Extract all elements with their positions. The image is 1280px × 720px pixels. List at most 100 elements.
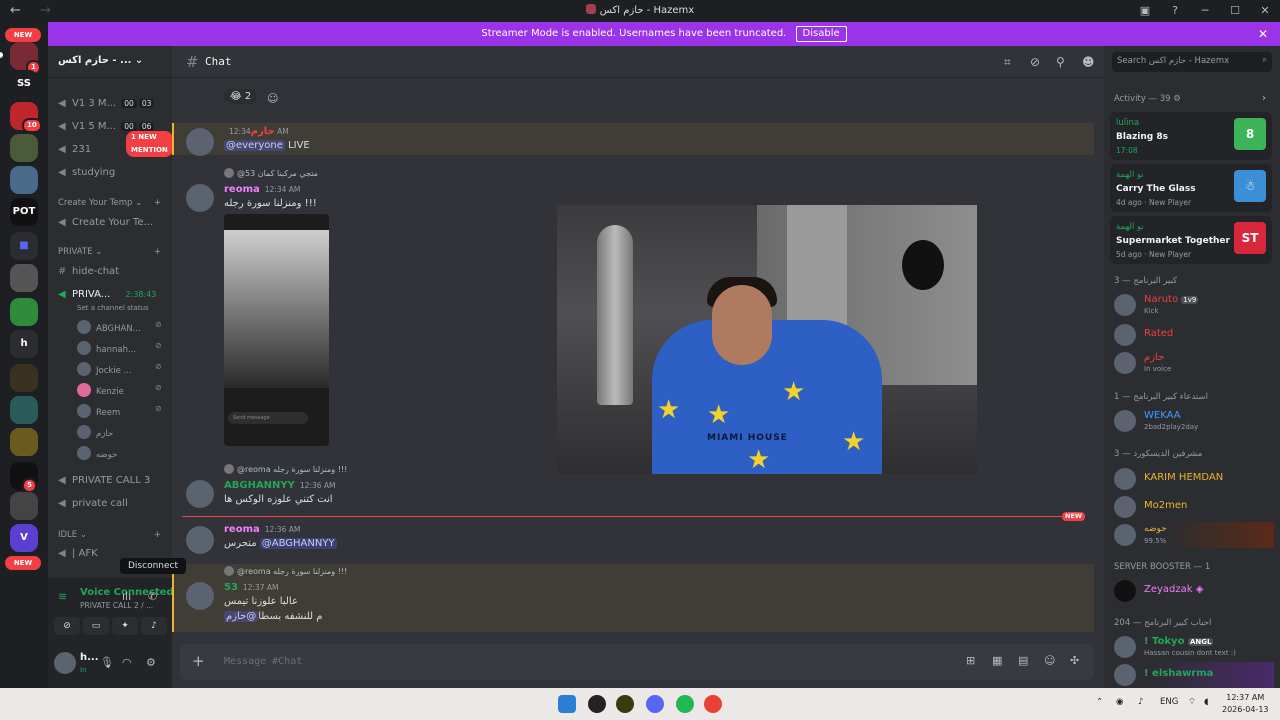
activities-icon[interactable]: ✦ bbox=[112, 617, 138, 635]
member-item[interactable]: WEKAA 2bad2play2day bbox=[1114, 408, 1274, 434]
voice-user[interactable]: hannah... ⊘ bbox=[77, 341, 162, 355]
chrome-icon[interactable] bbox=[704, 695, 722, 713]
member-item[interactable]: ! elshawrma bbox=[1114, 662, 1274, 688]
member-item[interactable]: حوضه 99.5% bbox=[1114, 522, 1274, 548]
search-input[interactable]: Search حازم اكس - Hazemx ⌕ bbox=[1112, 52, 1272, 72]
app-icon[interactable] bbox=[616, 695, 634, 713]
server-item[interactable] bbox=[10, 396, 38, 424]
category-idle[interactable]: IDLE ⌄ + bbox=[58, 530, 161, 540]
voice-user[interactable]: ABGHAN... ⊘ bbox=[77, 320, 162, 334]
server-item[interactable] bbox=[10, 166, 38, 194]
close-banner-icon[interactable]: ✕ bbox=[1258, 22, 1268, 46]
voice-user[interactable]: حوضه bbox=[77, 446, 117, 460]
text-channel-hide-chat[interactable]: # hide-chat bbox=[58, 266, 119, 277]
help-icon[interactable]: ? bbox=[1160, 0, 1190, 22]
server-item[interactable] bbox=[10, 492, 38, 520]
chevron-up-icon[interactable]: ⌃ bbox=[1096, 697, 1103, 707]
spotify-icon[interactable] bbox=[676, 695, 694, 713]
activity-header[interactable]: Activity — 39 ⚙ bbox=[1114, 94, 1181, 104]
username[interactable]: h... bbox=[80, 652, 99, 663]
server-item[interactable] bbox=[10, 428, 38, 456]
soundboard-icon[interactable]: ♪ bbox=[141, 617, 167, 635]
folder-icon[interactable]: ■ bbox=[10, 232, 38, 260]
server-item[interactable] bbox=[10, 298, 38, 326]
voice-channel-active[interactable]: ◀ PRIVA... 2:38:43 bbox=[58, 289, 156, 300]
headphones-icon[interactable]: ◠ bbox=[122, 656, 132, 669]
apps-icon[interactable]: ✣ bbox=[1070, 654, 1079, 667]
message-author[interactable]: reoma 12:34 AM bbox=[224, 184, 300, 195]
member-item[interactable]: KARIM HEMDAN bbox=[1114, 466, 1274, 492]
new-mention-pill[interactable]: 1 NEW MENTION bbox=[126, 131, 172, 157]
new-unread-pill[interactable]: NEW bbox=[5, 28, 41, 42]
inbox-icon[interactable]: ▣ bbox=[1130, 0, 1160, 22]
tray-icon[interactable]: ◉ bbox=[1116, 697, 1123, 707]
voice-channel[interactable]: ◀ PRIVATE CALL 3 bbox=[58, 475, 150, 486]
server-h[interactable]: h bbox=[10, 330, 38, 358]
member-item[interactable]: ! Tokyo ANGL Hassan cousin dont text :) bbox=[1114, 634, 1274, 660]
reaction-laugh[interactable]: 😂 2 bbox=[224, 89, 258, 104]
gif-icon[interactable]: ▦ bbox=[992, 654, 1002, 667]
message-author[interactable]: reoma 12:36 AM bbox=[224, 524, 300, 535]
network-icon[interactable]: ⌔ bbox=[1188, 697, 1196, 707]
camera-off-icon[interactable]: ⊘ bbox=[54, 617, 80, 635]
message-input[interactable]: Message #Chat bbox=[224, 656, 302, 667]
close-window-button[interactable]: ✕ bbox=[1250, 0, 1280, 22]
member-item[interactable]: Rated bbox=[1114, 322, 1274, 348]
server-item[interactable] bbox=[10, 364, 38, 392]
mention[interactable]: @ABGHANNYY bbox=[259, 538, 337, 549]
noise-suppression-icon[interactable]: ılı bbox=[122, 590, 131, 603]
voice-channel[interactable]: ◀ V1 5 M... 00 06 bbox=[58, 121, 155, 132]
avatar[interactable] bbox=[186, 526, 214, 554]
server-item[interactable] bbox=[10, 134, 38, 162]
start-menu-icon[interactable] bbox=[558, 695, 576, 713]
server-header[interactable]: حازم اكس - ... ⌄ bbox=[48, 46, 172, 78]
mention[interactable]: @حازم bbox=[224, 611, 259, 622]
avatar[interactable] bbox=[186, 480, 214, 508]
stream-video[interactable]: ★ ★ ★ ★ ★ MIAMI HOUSE bbox=[557, 205, 977, 474]
minimize-button[interactable]: ─ bbox=[1190, 0, 1220, 22]
discord-icon[interactable] bbox=[646, 695, 664, 713]
member-item[interactable]: Mo2men bbox=[1114, 494, 1274, 520]
avatar[interactable] bbox=[186, 184, 214, 212]
add-channel-icon[interactable]: + bbox=[154, 530, 161, 540]
add-channel-icon[interactable]: + bbox=[154, 247, 161, 257]
voice-user[interactable]: Kenzie ⊘ bbox=[77, 383, 162, 397]
gift-icon[interactable]: ⊞ bbox=[966, 654, 975, 667]
sticker-icon[interactable]: ▤ bbox=[1018, 654, 1028, 667]
new-unread-pill[interactable]: NEW bbox=[5, 556, 41, 570]
message-author[interactable]: حازم12:34 AM bbox=[224, 126, 289, 137]
voice-user[interactable]: Jockie ... ⊘ bbox=[77, 362, 162, 376]
add-reaction-icon[interactable]: ☺ bbox=[267, 92, 278, 105]
voice-channel-path[interactable]: PRIVATE CALL 2 / ... bbox=[80, 601, 153, 610]
activity-card[interactable]: نو الهمة Supermarket Together 5d ago · N… bbox=[1110, 216, 1272, 264]
avatar[interactable] bbox=[186, 128, 214, 156]
activity-card[interactable]: lulina Blazing 8s 17:08 8 bbox=[1110, 112, 1272, 160]
chevron-right-icon[interactable]: › bbox=[1262, 93, 1266, 104]
voice-channel[interactable]: ◀ studying bbox=[58, 167, 115, 178]
microphone-icon[interactable]: ♪ bbox=[1138, 697, 1143, 707]
avatar[interactable] bbox=[186, 582, 214, 610]
disconnect-icon[interactable]: ✆ bbox=[148, 590, 157, 603]
category-temp[interactable]: Create Your Temp ⌄ + bbox=[58, 198, 161, 208]
set-channel-status[interactable]: Set a channel status bbox=[77, 304, 149, 312]
member-item[interactable]: Zeyadzak ◈ bbox=[1114, 578, 1274, 604]
app-icon[interactable] bbox=[588, 695, 606, 713]
voice-channel[interactable]: ◀ private call bbox=[58, 498, 128, 509]
voice-channel[interactable]: ◀ 231 bbox=[58, 144, 91, 155]
pin-icon[interactable]: ⚲ bbox=[1056, 55, 1065, 69]
mute-channel-icon[interactable]: ⊘ bbox=[1030, 55, 1040, 69]
add-channel-icon[interactable]: + bbox=[154, 198, 161, 208]
category-private[interactable]: PRIVATE ⌄ + bbox=[58, 247, 161, 257]
member-item[interactable]: Naruto 1v9 Kick bbox=[1114, 292, 1274, 318]
avatar[interactable] bbox=[54, 652, 76, 674]
language-indicator[interactable]: ENG bbox=[1160, 697, 1178, 707]
message-author[interactable]: ABGHANNYY 12:36 AM bbox=[224, 480, 336, 491]
gear-icon[interactable]: ⚙ bbox=[146, 656, 156, 669]
voice-user[interactable]: Reem ⊘ bbox=[77, 404, 162, 418]
emoji-icon[interactable]: ☺ bbox=[1044, 654, 1055, 667]
server-ss[interactable]: SS bbox=[10, 70, 38, 98]
server-item[interactable] bbox=[10, 264, 38, 292]
server-v[interactable]: V bbox=[10, 524, 38, 552]
voice-channel[interactable]: ◀ V1 3 M... 00 03 bbox=[58, 98, 155, 109]
add-attachment-icon[interactable]: + bbox=[192, 652, 205, 670]
